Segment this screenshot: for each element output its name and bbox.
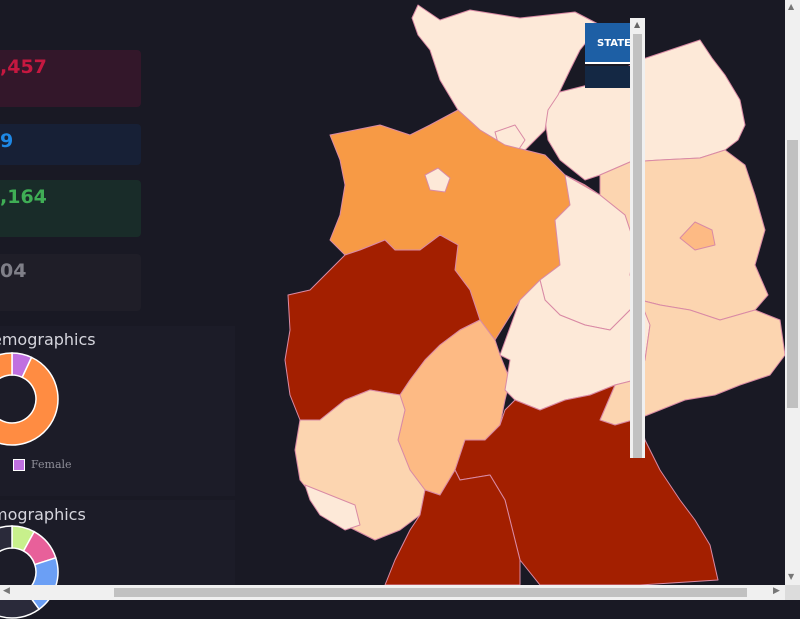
gender-slice[interactable]	[0, 352, 59, 446]
scroll-up-arrow-icon[interactable]: ▲	[634, 20, 640, 29]
stat-value: ,164	[0, 186, 47, 208]
vertical-scroll-thumb[interactable]	[787, 140, 798, 408]
table-scrollbar[interactable]: ▲	[630, 18, 645, 458]
scrollbar-corner	[785, 585, 800, 600]
horizontal-scroll-thumb[interactable]	[114, 588, 747, 597]
stat-card: 9	[0, 124, 141, 165]
stat-value: 04	[0, 260, 27, 282]
table-scroll-thumb[interactable]	[633, 34, 642, 458]
gender-donut-chart	[0, 352, 59, 446]
horizontal-scrollbar[interactable]: ◀ ▶	[0, 585, 785, 600]
table-row[interactable]	[585, 66, 635, 88]
legend-label: Female	[31, 458, 72, 471]
germany-map	[284, 4, 786, 585]
scroll-right-arrow-icon[interactable]: ▶	[773, 586, 780, 596]
stat-card: ,164	[0, 180, 141, 237]
scroll-down-arrow-icon[interactable]: ▼	[788, 572, 794, 581]
stat-card: 04	[0, 254, 141, 311]
stat-value: 9	[0, 130, 14, 152]
age-donut-chart	[0, 525, 59, 619]
scroll-up-arrow-icon[interactable]: ▲	[788, 2, 794, 11]
legend-item-female[interactable]: Female	[13, 458, 72, 471]
scroll-left-arrow-icon[interactable]: ◀	[3, 586, 10, 596]
legend-swatch	[13, 458, 25, 471]
gender-title: emographics	[0, 330, 96, 349]
state-column-header[interactable]: STATE/	[585, 23, 635, 64]
stat-card: ,457	[0, 50, 141, 107]
stat-value: ,457	[0, 56, 47, 78]
vertical-scrollbar[interactable]: ▲ ▼	[785, 0, 800, 585]
age-title: mographics	[0, 505, 86, 524]
